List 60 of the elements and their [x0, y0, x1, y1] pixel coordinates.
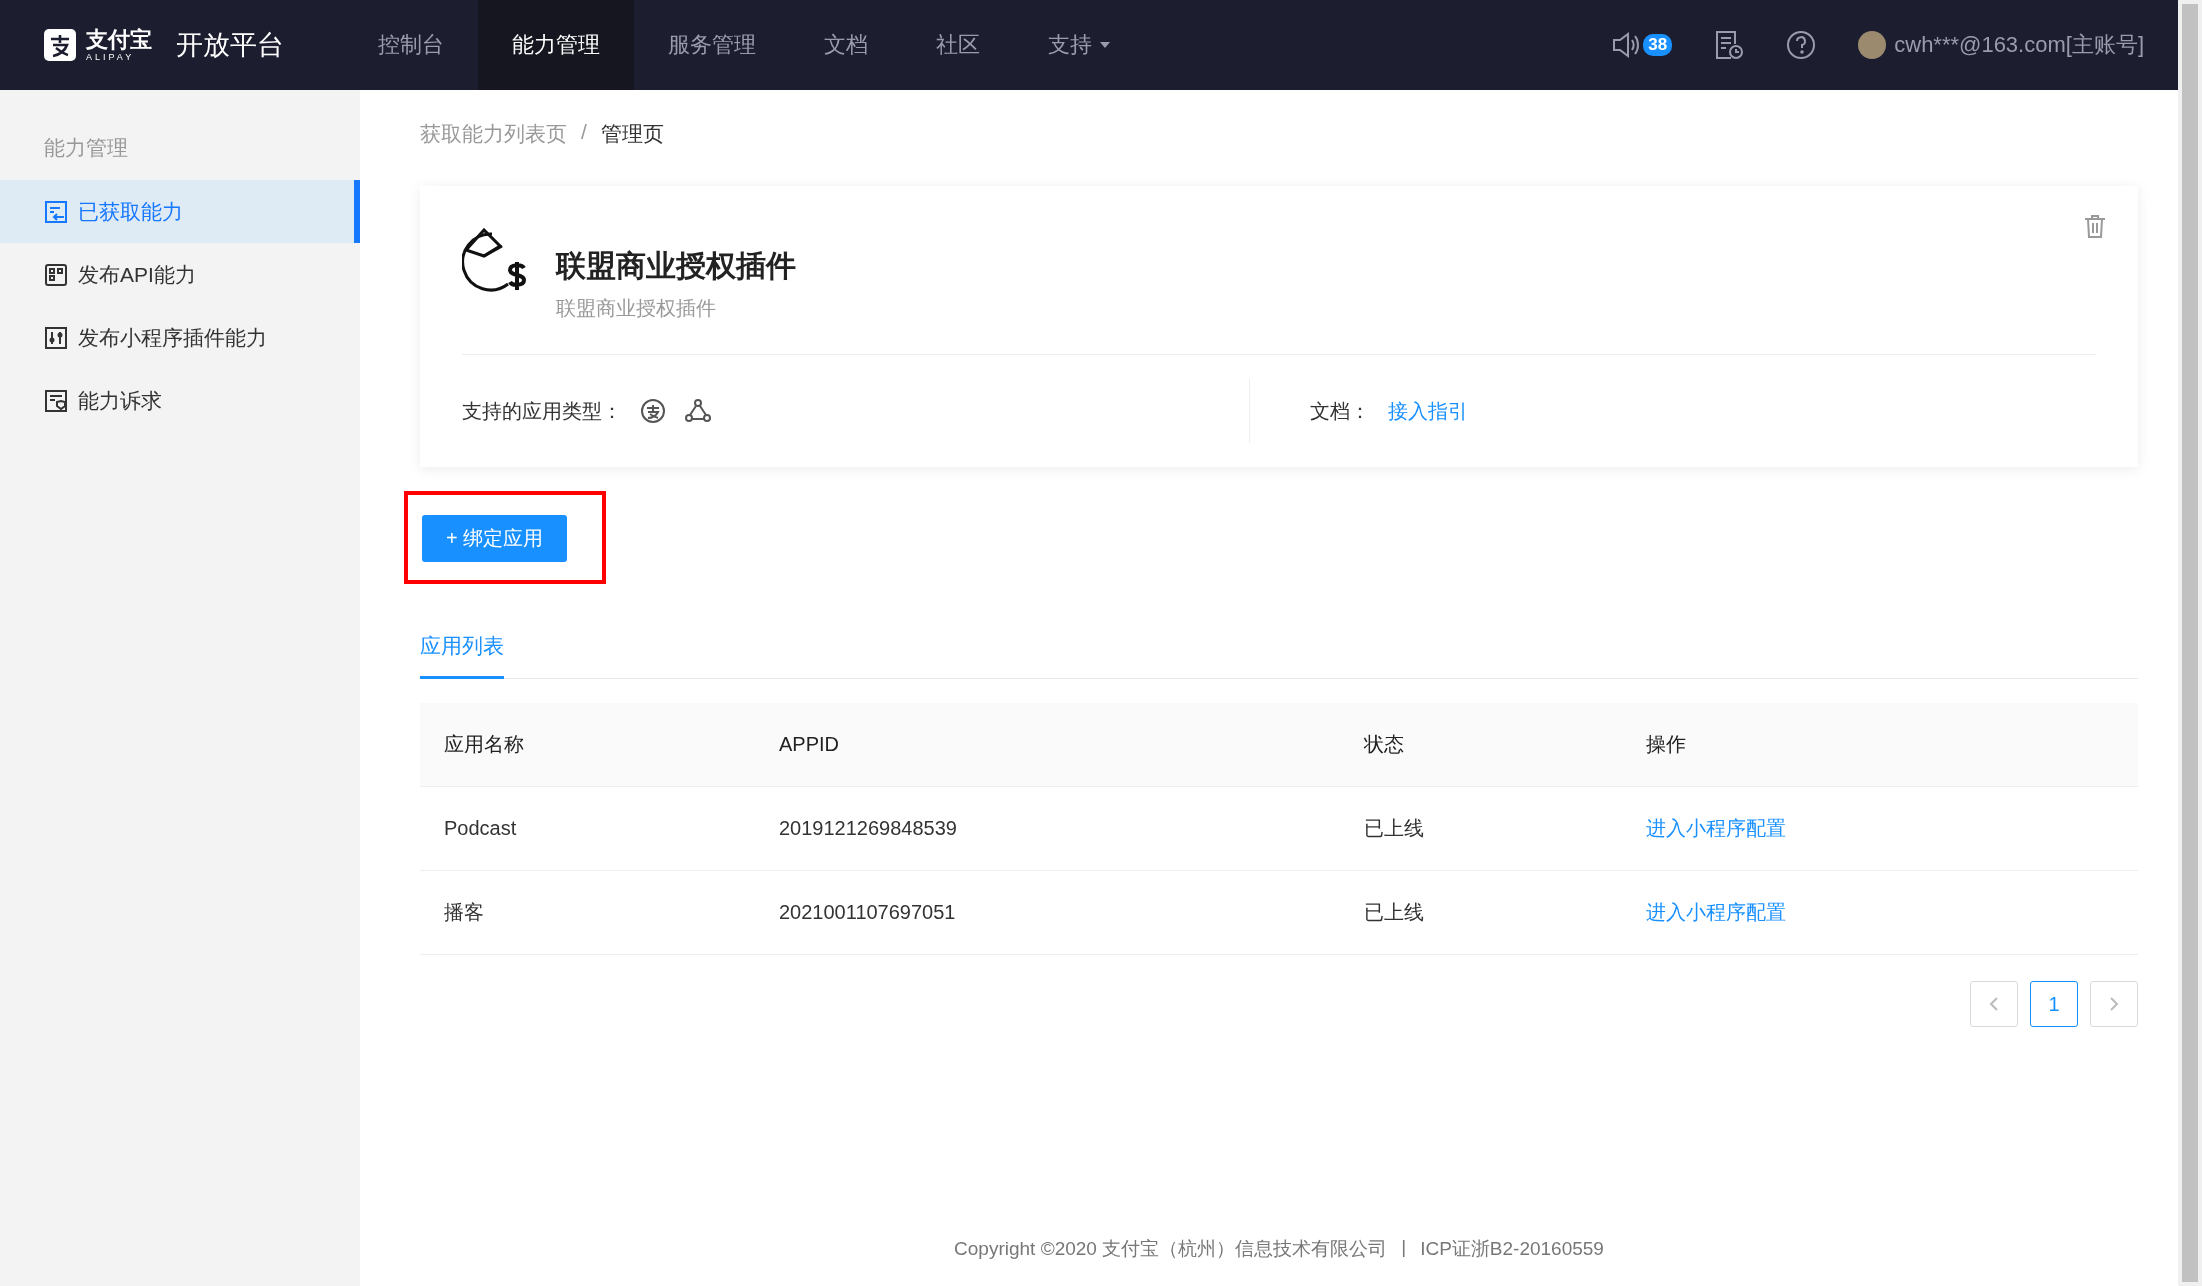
column-header: 操作: [1645, 732, 1687, 757]
sidebar-item[interactable]: 能力诉求: [0, 369, 360, 432]
sidebar-item[interactable]: 发布小程序插件能力: [0, 306, 360, 369]
guide-link[interactable]: 接入指引: [1387, 397, 1468, 425]
column-header: 状态: [1363, 732, 1405, 757]
caret-down-icon: [1100, 42, 1110, 48]
table-cell-text: 播客: [443, 900, 485, 925]
avatar[interactable]: [1858, 31, 1887, 59]
help-icon[interactable]: [1786, 30, 1817, 60]
sidebar-item-label: 发布小程序插件能力: [78, 324, 267, 351]
breadcrumb-separator: /: [581, 120, 587, 145]
sidebar-item-label: 已获取能力: [78, 198, 183, 225]
nav-tab[interactable]: 文档: [790, 0, 902, 90]
table-cell-text: Podcast: [443, 817, 518, 840]
table-cell-text: 2021001107697051: [778, 901, 957, 924]
bind-app-button[interactable]: + 绑定应用: [422, 515, 568, 562]
sidebar-item-label: 能力诉求: [78, 387, 162, 414]
chevron-left-icon: [1989, 996, 1999, 1012]
column-header: APPID: [778, 733, 841, 756]
icp-text: ICP证浙B2-20160559: [1420, 1237, 1604, 1261]
app-types-label: 支持的应用类型：: [462, 398, 622, 424]
nav-tab[interactable]: 支持: [1014, 0, 1144, 90]
breadcrumb-item: 管理页: [600, 121, 664, 147]
config-link[interactable]: 进入小程序配置: [1646, 901, 1786, 923]
product-name: 开放平台: [176, 29, 284, 62]
document-clock-icon[interactable]: [1714, 29, 1745, 61]
sidebar-item[interactable]: 发布API能力: [0, 243, 360, 306]
trash-icon[interactable]: [2084, 214, 2106, 238]
nav-tab[interactable]: 能力管理: [478, 0, 634, 90]
sidebar-item[interactable]: 已获取能力: [0, 180, 360, 243]
logo-text: 支付宝: [86, 28, 152, 51]
logo-subtext: ALIPAY: [86, 52, 136, 62]
nav-tab[interactable]: 服务管理: [634, 0, 790, 90]
table-cell-text: 2019121269848539: [778, 817, 958, 840]
copyright-text: Copyright ©2020 支付宝（杭州）信息技术有限公司: [954, 1237, 1388, 1261]
table-cell-text: 已上线: [1363, 900, 1425, 925]
logo-icon: [44, 29, 76, 61]
notification-count: 38: [1643, 34, 1673, 56]
tab[interactable]: 应用列表: [420, 622, 504, 679]
config-link[interactable]: 进入小程序配置: [1646, 817, 1786, 839]
app-type-icon: [640, 398, 666, 424]
doc-label: 文档：: [1309, 398, 1370, 424]
speaker-icon: [1611, 31, 1642, 59]
nav-tab[interactable]: 社区: [902, 0, 1014, 90]
sidebar-item-label: 发布API能力: [78, 261, 196, 288]
sidebar-title: 能力管理: [43, 135, 129, 161]
footer-separator: |: [1401, 1236, 1407, 1259]
grid-card-icon: [44, 262, 68, 287]
card-title: 联盟商业授权插件: [556, 248, 796, 284]
user-name[interactable]: cwh***@163.com[主账号]: [1894, 30, 2144, 60]
document-shield-icon: [44, 388, 68, 413]
column-header: 应用名称: [443, 732, 525, 757]
sliders-icon: [44, 325, 68, 350]
card-subtitle: 联盟商业授权插件: [556, 296, 717, 321]
notification-button[interactable]: 38: [1611, 31, 1673, 59]
nodes-icon: [684, 398, 712, 424]
page-button[interactable]: 1: [2030, 981, 2078, 1027]
chevron-right-icon: [2109, 996, 2119, 1012]
nav-tab[interactable]: 控制台: [344, 0, 478, 90]
table-cell-text: 已上线: [1363, 816, 1425, 841]
